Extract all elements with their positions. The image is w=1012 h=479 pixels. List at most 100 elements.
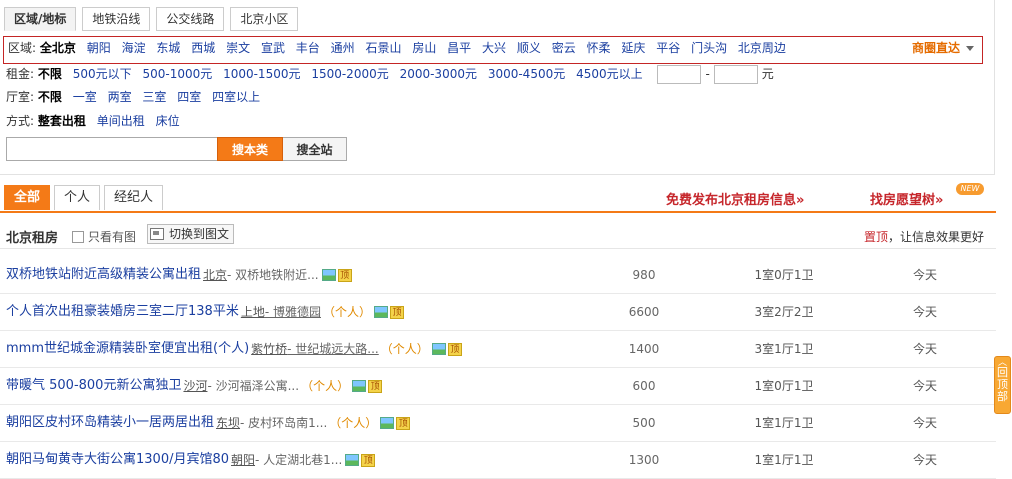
mode-option[interactable]: 床位: [156, 114, 180, 128]
listing-date: 今天: [912, 453, 937, 467]
listing-title-link[interactable]: 朝阳区皮村环岛精装小一居两居出租: [6, 405, 214, 441]
rent-option[interactable]: 1000-1500元: [223, 67, 300, 81]
only-image-label: 只看有图: [88, 230, 137, 244]
listing-rooms: 1室1厅1卫: [754, 453, 814, 467]
listing-row[interactable]: 个人首次出租豪装婚房三室二厅138平米 上地 - 博雅德园 （个人） 顶 6600 3室2…: [0, 294, 996, 331]
area-option[interactable]: 平谷: [656, 41, 680, 55]
rent-option[interactable]: 不限: [38, 67, 62, 81]
area-option[interactable]: 崇文: [226, 41, 250, 55]
shangquan-dropdown[interactable]: 商圈直达: [912, 38, 975, 58]
listing-date: 今天: [912, 268, 937, 282]
rent-option[interactable]: 500元以下: [73, 67, 132, 81]
area-option[interactable]: 西城: [191, 41, 215, 55]
listing-rooms: 1室0厅1卫: [754, 268, 814, 282]
picture-icon: [374, 306, 389, 318]
listing-area-link[interactable]: 沙河: [183, 368, 207, 404]
pinned-top-icon: 顶: [337, 268, 352, 282]
listing-area-link[interactable]: 东坝: [216, 405, 240, 441]
area-option[interactable]: 东城: [156, 41, 180, 55]
tab-agent[interactable]: 经纪人: [104, 185, 164, 210]
listing-row[interactable]: mmm世纪城金源精装卧室便宜出租(个人) 紫竹桥 - 世纪城远大路... （个人） 顶…: [0, 331, 996, 368]
tab-bus[interactable]: 公交线路: [156, 7, 225, 31]
area-option[interactable]: 通州: [331, 41, 355, 55]
area-option[interactable]: 房山: [412, 41, 436, 55]
max-price-input[interactable]: [713, 65, 758, 84]
listing-area-link[interactable]: 北京: [203, 257, 227, 293]
mode-filter-row: 方式: 整套出租 单间出租 床位: [6, 111, 187, 131]
rent-option[interactable]: 500-1000元: [142, 67, 212, 81]
tab-region-landmark[interactable]: 区域/地标: [4, 7, 77, 31]
listing-address: - 沙河福泽公寓...: [207, 379, 300, 393]
listing-address: - 博雅德园: [264, 305, 321, 319]
tab-all[interactable]: 全部: [4, 185, 51, 210]
listing-area-link[interactable]: 上地: [241, 294, 265, 330]
area-option[interactable]: 海淀: [122, 41, 146, 55]
listing-title-line: 双桥地铁站附近高级精装公寓出租 北京 - 双桥地铁附近... 顶: [6, 257, 352, 293]
listing-title-line: 朝阳区皮村环岛精装小一居两居出租 东坝 - 皮村环岛南1... （个人） 顶: [6, 405, 411, 441]
list-title: 北京租房: [6, 231, 59, 246]
only-image-checkbox[interactable]: [72, 230, 84, 243]
area-option[interactable]: 怀柔: [587, 41, 611, 55]
area-option[interactable]: 大兴: [482, 41, 506, 55]
only-image-filter[interactable]: 只看有图: [72, 228, 136, 245]
listing-area-link[interactable]: 朝阳: [231, 442, 255, 478]
tab-personal[interactable]: 个人: [54, 185, 101, 210]
area-option[interactable]: 丰台: [296, 41, 320, 55]
room-option[interactable]: 三室: [142, 90, 166, 104]
listing-date: 今天: [912, 305, 937, 319]
room-option[interactable]: 一室: [73, 90, 97, 104]
area-option[interactable]: 全北京: [40, 41, 76, 55]
search-site-button[interactable]: 搜全站: [283, 137, 347, 161]
min-price-input[interactable]: [657, 65, 702, 84]
listing-title-link[interactable]: mmm世纪城金源精装卧室便宜出租(个人): [6, 331, 249, 367]
rent-option[interactable]: 2000-3000元: [400, 67, 477, 81]
listing-title-link[interactable]: 个人首次出租豪装婚房三室二厅138平米: [6, 294, 239, 330]
listing-area-link[interactable]: 紫竹桥: [251, 331, 287, 367]
area-option[interactable]: 宣武: [261, 41, 285, 55]
switch-view-button[interactable]: 切换到图文: [147, 224, 235, 244]
mode-option[interactable]: 单间出租: [97, 114, 145, 128]
search-category-button[interactable]: 搜本类: [217, 137, 283, 161]
search-bar: 搜本类 搜全站: [6, 137, 347, 161]
price-range-separator: -: [705, 67, 710, 81]
area-option[interactable]: 北京周边: [738, 41, 786, 55]
free-post-link[interactable]: 免费发布北京租房信息»: [666, 189, 804, 208]
room-option[interactable]: 不限: [38, 90, 62, 104]
search-input[interactable]: [6, 137, 217, 161]
back-to-top-label: 回顶部: [997, 366, 1008, 403]
listing-title-line: 朝阳马甸黄寺大街公寓1300/月宾馆80 朝阳 - 人定湖北巷1... 顶: [6, 442, 376, 478]
area-option[interactable]: 石景山: [365, 41, 401, 55]
switch-view-label: 切换到图文: [169, 227, 230, 241]
rent-option[interactable]: 3000-4500元: [488, 67, 565, 81]
listing-address: - 双桥地铁附近...: [227, 268, 319, 282]
listing-title-link[interactable]: 朝阳马甸黄寺大街公寓1300/月宾馆80: [6, 442, 229, 478]
mode-option[interactable]: 整套出租: [38, 114, 86, 128]
listing-row[interactable]: 双桥地铁站附近高级精装公寓出租 北京 - 双桥地铁附近... 顶 980 1室0厅1卫 今…: [0, 257, 996, 294]
tab-subway[interactable]: 地铁沿线: [82, 7, 151, 31]
listing-personal-tag: （个人）: [380, 342, 429, 356]
back-to-top-button[interactable]: ︿ 回顶部: [994, 356, 1011, 414]
list-header: 北京租房 只看有图 切换到图文 置顶，让信息效果更好: [0, 222, 996, 249]
area-option[interactable]: 朝阳: [87, 41, 111, 55]
area-option[interactable]: 延庆: [621, 41, 645, 55]
rooms-label: 厅室:: [6, 90, 35, 104]
listing-row[interactable]: 朝阳区皮村环岛精装小一居两居出租 东坝 - 皮村环岛南1... （个人） 顶 500 1室…: [0, 405, 996, 442]
wish-tree-link[interactable]: 找房愿望树»: [870, 189, 943, 208]
tab-community[interactable]: 北京小区: [230, 7, 299, 31]
area-option[interactable]: 门头沟: [691, 41, 727, 55]
rent-option[interactable]: 1500-2000元: [311, 67, 388, 81]
rent-option[interactable]: 4500元以上: [576, 67, 643, 81]
pin-top-link[interactable]: 置顶: [864, 230, 888, 244]
listing-title-link[interactable]: 双桥地铁站附近高级精装公寓出租: [6, 257, 201, 293]
area-option[interactable]: 昌平: [447, 41, 471, 55]
room-option[interactable]: 四室: [177, 90, 201, 104]
area-option[interactable]: 顺义: [517, 41, 541, 55]
listing-row[interactable]: 朝阳马甸黄寺大街公寓1300/月宾馆80 朝阳 - 人定湖北巷1... 顶 1300 1…: [0, 442, 996, 479]
listing-title-link[interactable]: 带暖气 500-800元新公寓独卫: [6, 368, 181, 404]
room-option[interactable]: 两室: [108, 90, 132, 104]
picture-icon: [380, 417, 395, 429]
room-option[interactable]: 四室以上: [212, 90, 260, 104]
list-tabs: 全部 个人 经纪人: [4, 185, 167, 210]
area-option[interactable]: 密云: [552, 41, 576, 55]
listing-row[interactable]: 带暖气 500-800元新公寓独卫 沙河 - 沙河福泽公寓... （个人） 顶 600 1…: [0, 368, 996, 405]
